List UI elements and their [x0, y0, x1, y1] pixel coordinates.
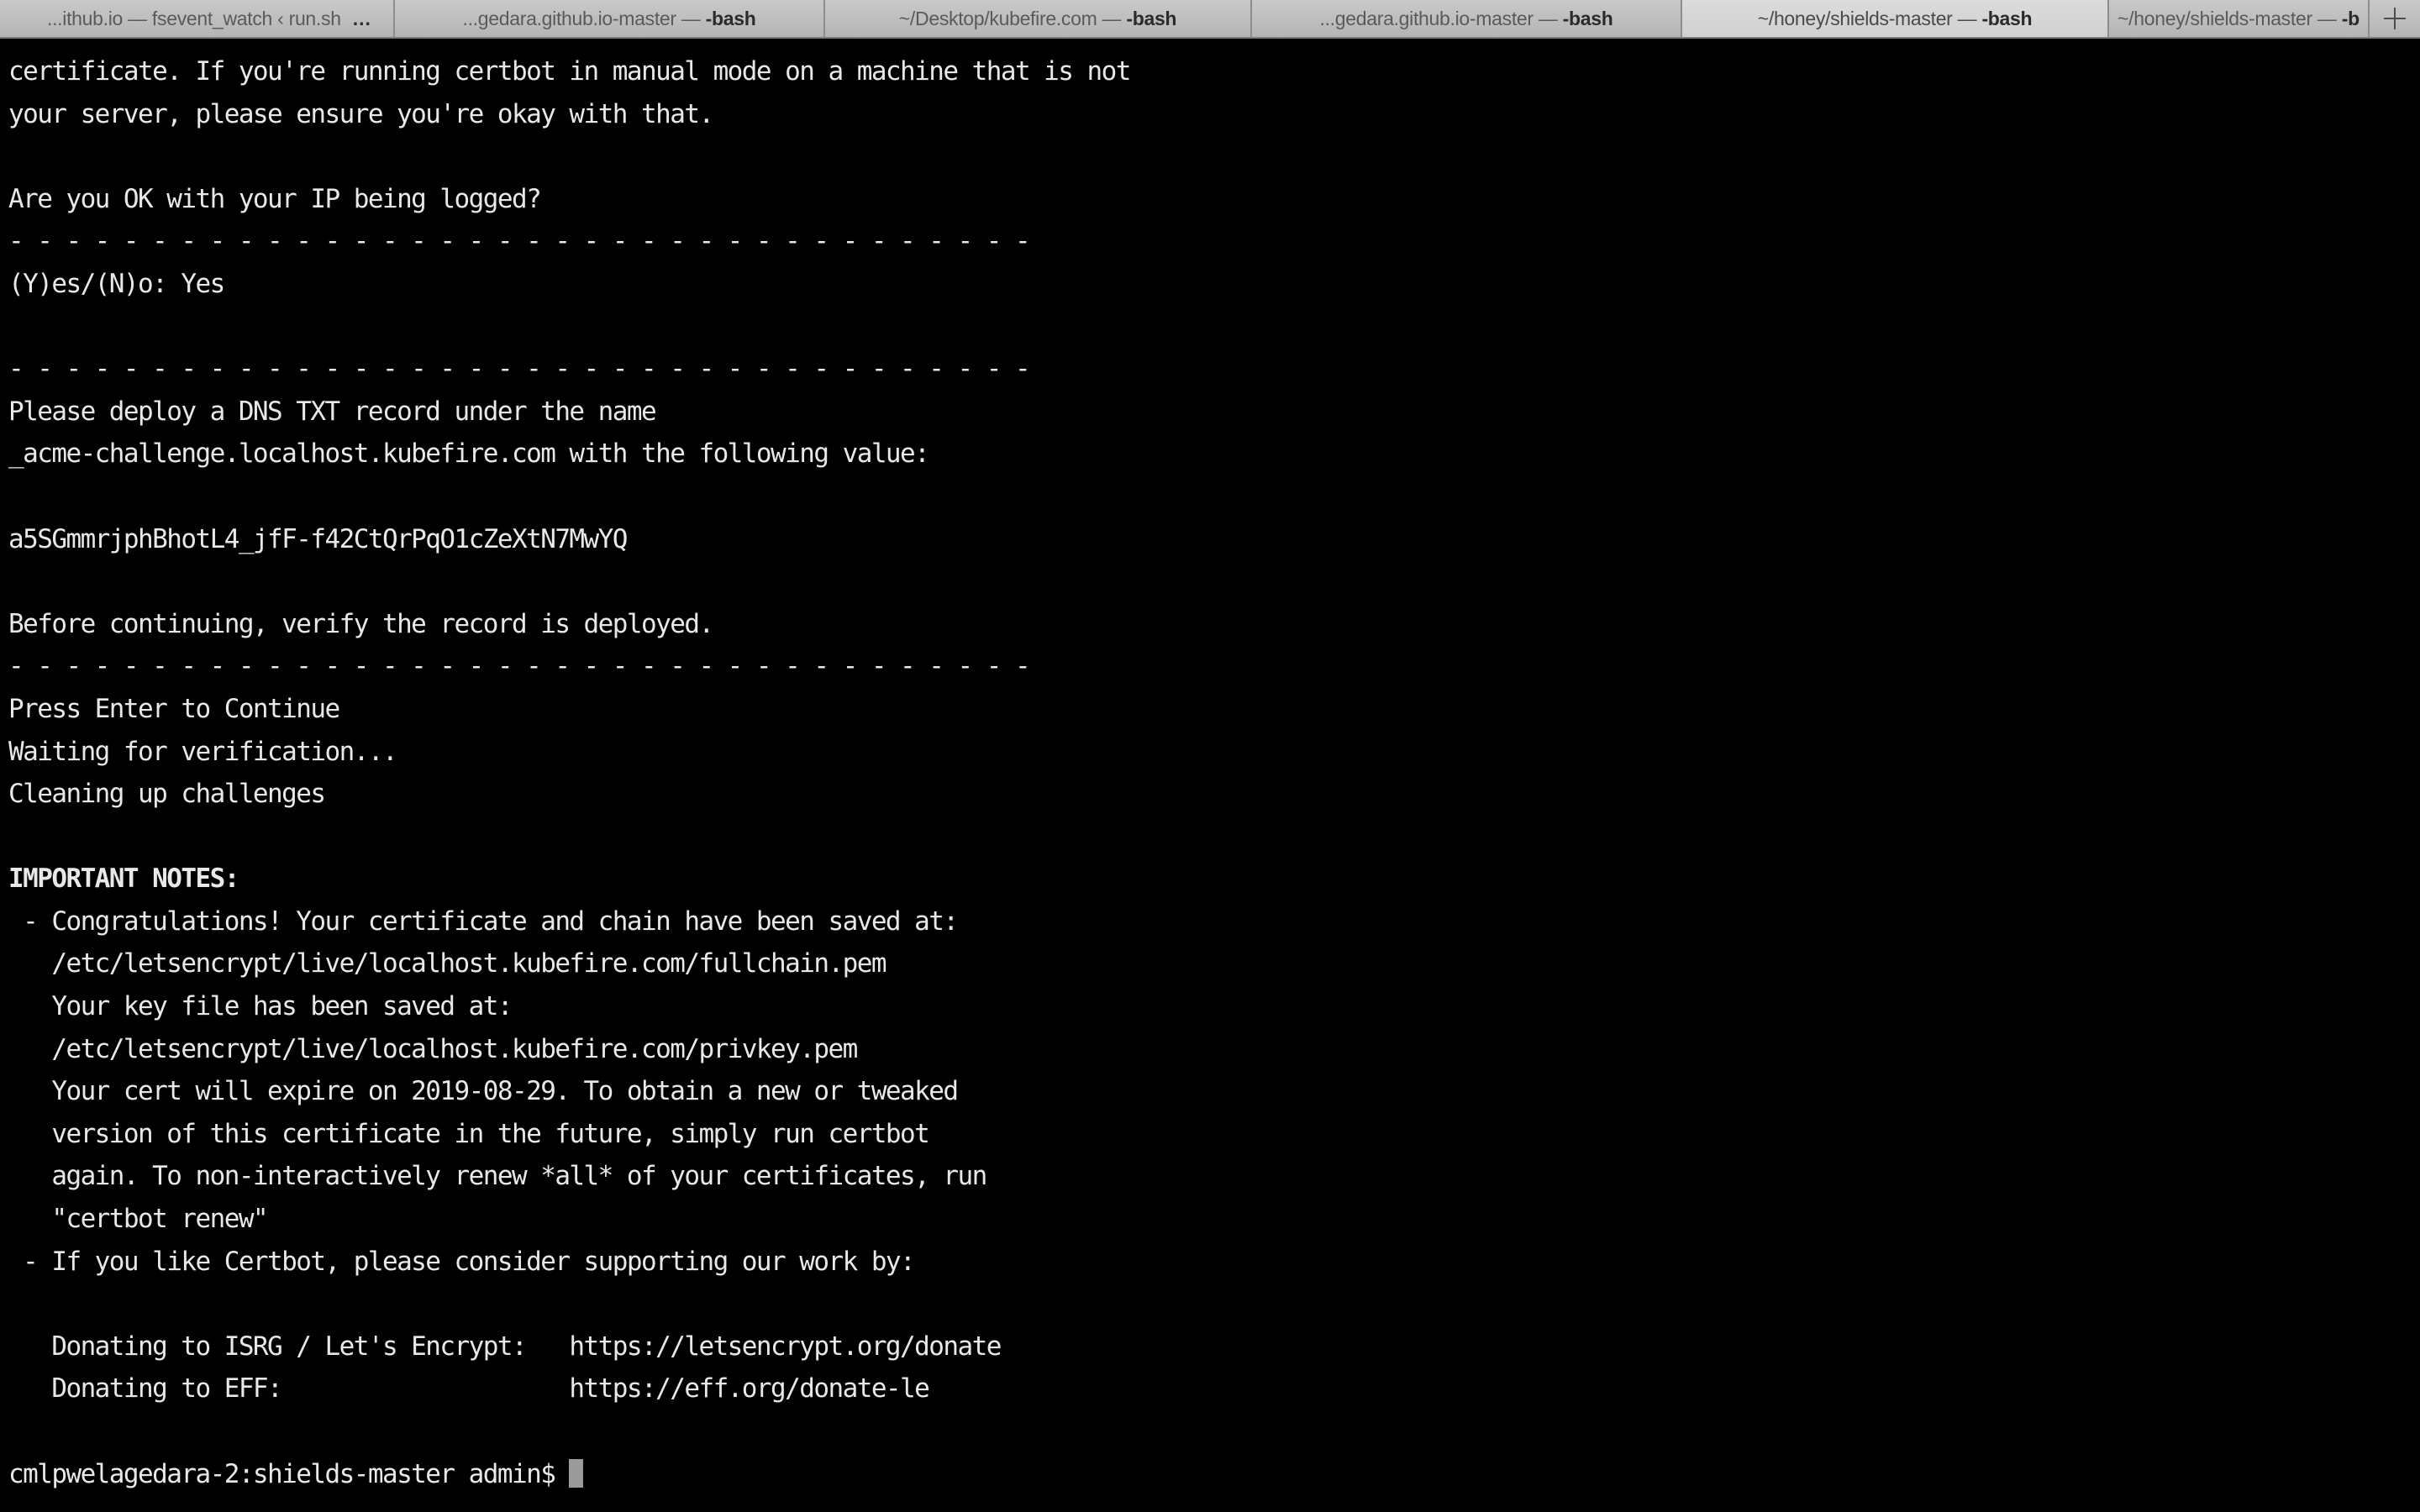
shell-prompt: cmlpwelagedara-2:shields-master admin$ — [8, 1458, 570, 1489]
terminal-line: Please deploy a DNS TXT record under the… — [8, 396, 657, 427]
terminal-line: Are you OK with your IP being logged? — [8, 183, 542, 214]
plus-icon — [2384, 8, 2406, 29]
terminal-body[interactable]: certificate. If you're running certbot i… — [0, 39, 2420, 1512]
tab-label: ...ithub.io — fsevent_watch ‹ run.sh — [47, 7, 341, 29]
new-tab-button[interactable] — [2370, 0, 2420, 37]
terminal-line: again. To non-interactively renew *all* … — [51, 1161, 987, 1192]
terminal-line: Cleaning up challenges — [8, 779, 326, 810]
tab-label: ...gedara.github.io-master — -bash — [1319, 7, 1613, 29]
terminal-tab-5[interactable]: ~/honey/shields-master — -bash — [2109, 0, 2370, 37]
terminal-line: certificate. If you're running certbot i… — [8, 56, 1131, 87]
terminal-line: - - - - - - - - - - - - - - - - - - - - … — [8, 651, 1031, 682]
terminal-tab-4[interactable]: ~/honey/shields-master — -bash — [1682, 0, 2109, 37]
tab-overflow-ellipsis-icon: ... — [352, 7, 371, 29]
terminal-prompt-line: cmlpwelagedara-2:shields-master admin$ — [8, 1453, 2420, 1496]
terminal-line: - - - - - - - - - - - - - - - - - - - - … — [8, 354, 1031, 385]
terminal-line: Before continuing, verify the record is … — [8, 608, 714, 639]
tab-label: ~/honey/shields-master — -bash — [2118, 7, 2360, 29]
terminal-line: Your key file has been saved at: — [51, 991, 513, 1022]
terminal-line: your server, please ensure you're okay w… — [8, 98, 714, 129]
terminal-line: - - - - - - - - - - - - - - - - - - - - … — [8, 226, 1031, 257]
tab-label: ~/Desktop/kubefire.com — -bash — [898, 7, 1177, 29]
terminal-line: Waiting for verification... — [8, 736, 398, 767]
terminal-tab-1[interactable]: ...gedara.github.io-master — -bash — [395, 0, 825, 37]
terminal-line: Donating to ISRG / Let's Encrypt: https:… — [51, 1331, 1002, 1362]
terminal-line: - Congratulations! Your certificate and … — [23, 906, 959, 937]
tab-label: ~/honey/shields-master — -bash — [1757, 7, 2033, 29]
terminal-line: IMPORTANT NOTES: — [8, 864, 239, 895]
terminal-line: Donating to EFF: https://eff.org/donate-… — [51, 1373, 930, 1404]
terminal-line: _acme-challenge.localhost.kubefire.com w… — [8, 438, 930, 470]
tab-label: ...gedara.github.io-master — -bash — [462, 7, 756, 29]
terminal-tab-bar: ...ithub.io — fsevent_watch ‹ run.sh....… — [0, 0, 2420, 39]
terminal-line: Your cert will expire on 2019-08-29. To … — [51, 1076, 959, 1107]
terminal-line: version of this certificate in the futur… — [51, 1118, 930, 1149]
terminal-line: (Y)es/(N)o: Yes — [8, 268, 225, 299]
terminal-tab-0[interactable]: ...ithub.io — fsevent_watch ‹ run.sh... — [0, 0, 395, 37]
terminal-line: "certbot renew" — [51, 1204, 268, 1235]
text-cursor — [569, 1458, 584, 1488]
terminal-line: Press Enter to Continue — [8, 693, 340, 724]
terminal-tab-2[interactable]: ~/Desktop/kubefire.com — -bash — [825, 0, 1252, 37]
terminal-tab-3[interactable]: ...gedara.github.io-master — -bash — [1252, 0, 1682, 37]
terminal-line: /etc/letsencrypt/live/localhost.kubefire… — [51, 1033, 858, 1064]
terminal-line: /etc/letsencrypt/live/localhost.kubefire… — [51, 948, 886, 979]
terminal-line: - If you like Certbot, please consider s… — [23, 1246, 916, 1277]
terminal-line: a5SGmmrjphBhotL4_jfF-f42CtQrPqO1cZeXtN7M… — [8, 523, 628, 554]
terminal-output: certificate. If you're running certbot i… — [8, 50, 2420, 1495]
